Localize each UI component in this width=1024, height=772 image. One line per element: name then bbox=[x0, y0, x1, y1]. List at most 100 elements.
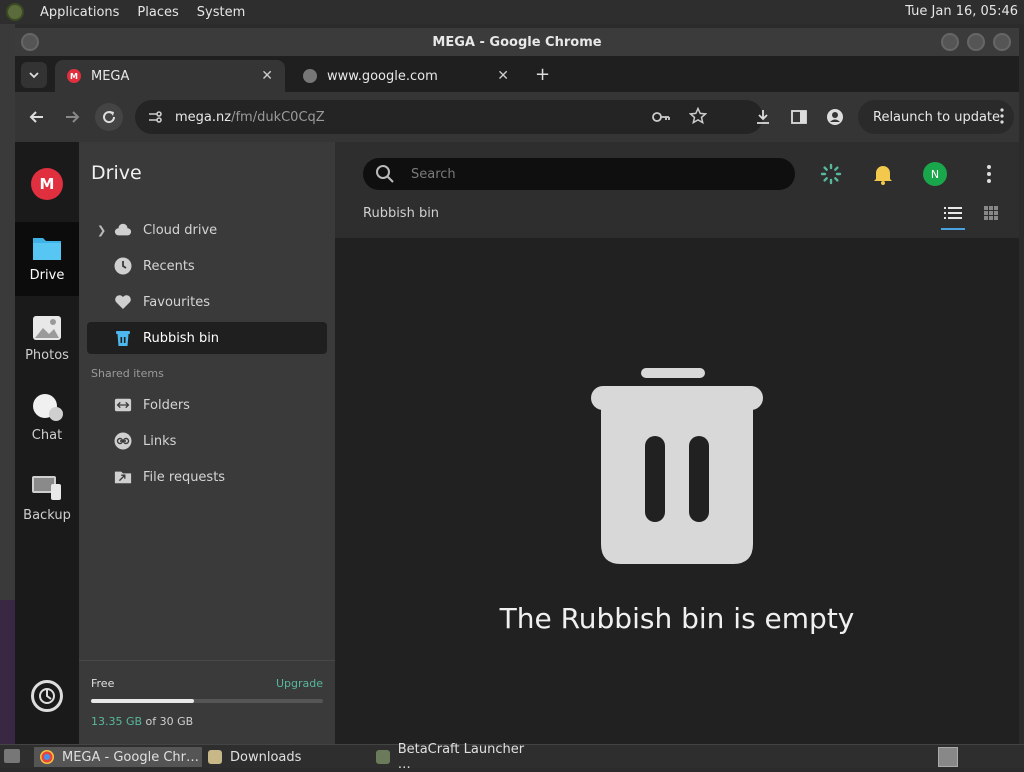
taskbar-item-downloads[interactable]: Downloads bbox=[202, 747, 370, 767]
sidebar-item-label: Cloud drive bbox=[143, 222, 218, 238]
relaunch-label: Relaunch to update bbox=[873, 109, 1001, 125]
chrome-icon bbox=[40, 750, 54, 764]
app-rail: M Drive Photos Chat Backup bbox=[15, 142, 79, 744]
tab-label: www.google.com bbox=[327, 68, 438, 84]
menu-applications[interactable]: Applications bbox=[40, 5, 119, 20]
site-info-icon[interactable] bbox=[147, 109, 163, 129]
rail-label: Drive bbox=[29, 268, 65, 283]
sidebar-item-file-requests[interactable]: File requests bbox=[87, 461, 327, 493]
mega-logo-icon[interactable]: M bbox=[31, 168, 63, 200]
main-content: Search N Rubbish bin The Rubbish bin is … bbox=[335, 142, 1019, 744]
profile-icon[interactable] bbox=[823, 105, 847, 129]
show-desktop-icon[interactable] bbox=[4, 749, 20, 763]
url-path: /fm/dukC0CqZ bbox=[231, 109, 325, 125]
notification-bell-icon[interactable] bbox=[871, 162, 895, 186]
more-vert-icon[interactable] bbox=[977, 162, 1001, 186]
gnome-foot-icon[interactable] bbox=[6, 3, 24, 21]
clock-icon bbox=[114, 257, 132, 275]
trash-icon bbox=[114, 329, 132, 347]
link-icon bbox=[114, 432, 132, 450]
sidebar-item-links[interactable]: Links bbox=[87, 425, 327, 457]
maximize-button[interactable] bbox=[967, 33, 985, 51]
file-request-icon bbox=[114, 468, 132, 486]
sidebar-item-recents[interactable]: Recents bbox=[87, 250, 327, 282]
minimize-button[interactable] bbox=[941, 33, 959, 51]
avatar-initial: N bbox=[923, 162, 947, 186]
sidebar-item-label: Folders bbox=[143, 397, 190, 413]
forward-arrow-icon[interactable] bbox=[60, 105, 84, 129]
list-view-icon bbox=[944, 207, 962, 219]
desktop-clock[interactable]: Tue Jan 16, 05:46 bbox=[905, 4, 1018, 19]
tab-mega[interactable]: M MEGA ✕ bbox=[55, 60, 285, 92]
empty-state-message: The Rubbish bin is empty bbox=[499, 602, 855, 635]
mega-app: M Drive Photos Chat Backup Drive ❯ Cloud… bbox=[15, 142, 1019, 744]
download-icon[interactable] bbox=[751, 105, 775, 129]
upgrade-link[interactable]: Upgrade bbox=[276, 677, 323, 690]
tab-search-button[interactable] bbox=[21, 62, 47, 88]
window-titlebar[interactable]: MEGA - Google Chrome bbox=[15, 28, 1019, 56]
rail-item-backup[interactable]: Backup bbox=[15, 462, 79, 536]
shared-items-heading: Shared items bbox=[91, 367, 164, 380]
search-placeholder: Search bbox=[411, 166, 456, 182]
back-arrow-icon[interactable] bbox=[25, 105, 49, 129]
window-menu-button[interactable] bbox=[21, 33, 39, 51]
relaunch-button[interactable]: Relaunch to update bbox=[858, 100, 1014, 134]
search-input[interactable]: Search bbox=[363, 158, 795, 190]
sidebar-item-label: Rubbish bin bbox=[143, 330, 220, 346]
heart-icon bbox=[114, 293, 132, 311]
rail-item-drive[interactable]: Drive bbox=[15, 222, 79, 296]
desktop-taskbar: MEGA - Google Chr… Downloads BetaCraft L… bbox=[0, 742, 1024, 772]
storage-plan: Free bbox=[91, 677, 115, 690]
main-header: Search N Rubbish bin bbox=[335, 142, 1019, 238]
chevron-down-icon bbox=[29, 72, 39, 79]
taskbar-item-chrome[interactable]: MEGA - Google Chr… bbox=[34, 747, 202, 767]
taskbar-label: Downloads bbox=[230, 749, 302, 765]
chat-icon bbox=[33, 394, 63, 421]
window-title: MEGA - Google Chrome bbox=[432, 34, 602, 50]
address-bar[interactable]: mega.nz/fm/dukC0CqZ bbox=[135, 100, 763, 134]
desktop-top-panel: Applications Places System Tue Jan 16, 0… bbox=[0, 0, 1024, 24]
close-icon[interactable]: ✕ bbox=[497, 68, 509, 84]
tab-label: MEGA bbox=[91, 68, 130, 84]
rail-item-photos[interactable]: Photos bbox=[15, 302, 79, 376]
sidebar-item-folders[interactable]: Folders bbox=[87, 389, 327, 421]
search-icon bbox=[376, 165, 394, 183]
transfer-spinner-icon[interactable] bbox=[819, 162, 843, 186]
tab-google[interactable]: www.google.com ✕ bbox=[291, 60, 521, 92]
chevron-right-icon[interactable]: ❯ bbox=[97, 224, 106, 237]
sidebar-item-rubbish-bin[interactable]: Rubbish bin bbox=[87, 322, 327, 354]
grid-view-button[interactable] bbox=[979, 204, 1003, 228]
reload-icon[interactable] bbox=[95, 103, 123, 131]
close-window-button[interactable] bbox=[993, 33, 1011, 51]
taskbar-label: MEGA - Google Chr… bbox=[62, 749, 199, 765]
folder-icon bbox=[208, 750, 222, 764]
shared-folder-icon bbox=[114, 396, 132, 414]
avatar[interactable]: N bbox=[923, 162, 947, 186]
storage-used: 13.35 GB bbox=[91, 715, 143, 728]
menu-places[interactable]: Places bbox=[137, 5, 178, 20]
sidebar-item-favourites[interactable]: Favourites bbox=[87, 286, 327, 318]
close-icon[interactable]: ✕ bbox=[261, 68, 273, 84]
sidebar-item-cloud-drive[interactable]: ❯ Cloud drive bbox=[87, 214, 327, 246]
browser-window: MEGA - Google Chrome M MEGA ✕ www.google… bbox=[15, 28, 1019, 744]
more-vert-icon[interactable] bbox=[1000, 108, 1004, 128]
rail-label: Backup bbox=[23, 508, 71, 523]
bookmark-star-icon[interactable] bbox=[688, 106, 708, 129]
menu-system[interactable]: System bbox=[197, 5, 245, 20]
side-panel-icon[interactable] bbox=[787, 105, 811, 129]
taskbar-item-betacraft[interactable]: BetaCraft Launcher … bbox=[370, 742, 538, 772]
rail-item-chat[interactable]: Chat bbox=[15, 382, 79, 456]
sidebar-item-label: Links bbox=[143, 433, 177, 449]
betacraft-icon bbox=[376, 750, 390, 764]
tab-strip: M MEGA ✕ www.google.com ✕ + bbox=[15, 56, 1019, 92]
sidebar-item-label: File requests bbox=[143, 469, 226, 485]
password-key-icon[interactable] bbox=[651, 108, 671, 130]
list-view-button[interactable] bbox=[941, 204, 965, 230]
rail-label: Chat bbox=[31, 428, 63, 443]
new-tab-button[interactable]: + bbox=[535, 64, 550, 85]
desktop-background-lower bbox=[0, 600, 15, 744]
globe-icon bbox=[303, 69, 317, 83]
storage-usage: 13.35 GB of 30 GB bbox=[91, 715, 193, 728]
chrome-tray-icon[interactable] bbox=[938, 747, 958, 767]
transfers-icon[interactable] bbox=[31, 680, 63, 712]
